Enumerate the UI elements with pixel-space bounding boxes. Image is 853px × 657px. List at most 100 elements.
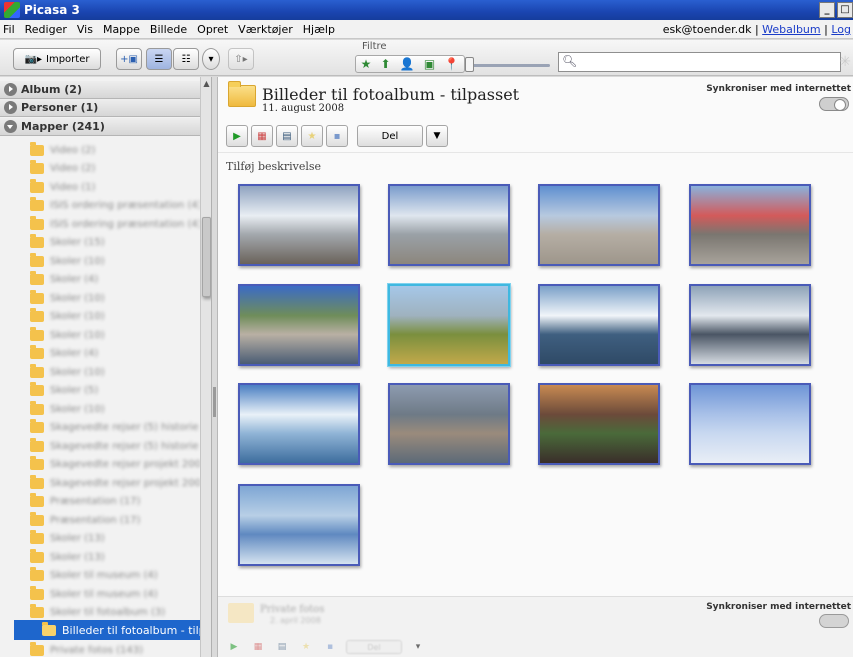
movie-filter-icon[interactable]: ▣ [424, 57, 435, 71]
folder-item[interactable]: Skoler (4) [0, 270, 200, 290]
folder-item[interactable]: Skoler (10) [0, 251, 200, 271]
folder-item[interactable]: Skoler (5) [0, 381, 200, 401]
save-icon: ▪ [333, 130, 341, 142]
photo-thumbnail-coastal-town-mountain[interactable] [388, 383, 510, 465]
folder-item[interactable]: Skagevedte rejser (5) historie [0, 436, 200, 456]
photo-thumbnail-arch-iceberg[interactable] [238, 383, 360, 465]
photo-thumbnail-airplane-wing-sky[interactable] [689, 383, 811, 465]
menu-vis[interactable]: Vis [72, 23, 98, 36]
folder-item[interactable]: Skagevedte rejser projekt 2008 [0, 455, 200, 475]
chevron-down-icon[interactable]: ▾ [410, 641, 426, 653]
save-icon[interactable]: ▪ [322, 641, 338, 653]
folder-item[interactable]: Video (1) [0, 177, 200, 197]
view-dropdown-button[interactable]: ▾ [202, 48, 220, 70]
photo-thumbnail-aerial-ice-sea[interactable] [238, 484, 360, 566]
folder-icon [30, 141, 44, 156]
folder-item[interactable]: Skoler (10) [0, 362, 200, 382]
save-button[interactable]: ▪ [326, 125, 348, 147]
sync-toggle[interactable] [819, 97, 849, 111]
folder-item[interactable]: Skoler (10) [0, 325, 200, 345]
folder-item[interactable]: Skagevedte rejser (5) historie [0, 418, 200, 438]
folder-label: Skoler (10) [50, 329, 105, 341]
folder-item[interactable]: Video (2) [0, 159, 200, 179]
section-personer[interactable]: Personer (1) [0, 99, 200, 117]
photo-thumbnail-tundra-vehicle[interactable] [538, 184, 660, 266]
scrollbar-thumb[interactable] [202, 217, 211, 297]
folder-item[interactable]: Skoler til museum (4) [0, 566, 200, 586]
search-input[interactable] [579, 55, 834, 69]
folder-item[interactable]: Skoler (13) [0, 547, 200, 567]
logout-link[interactable]: Log [831, 23, 851, 36]
add-to-album-button[interactable]: +▣ [116, 48, 142, 70]
folder-item[interactable]: Private fotos (143) [0, 640, 200, 657]
collapse-icon [4, 120, 17, 133]
folder-item[interactable]: Skoler (15) [0, 233, 200, 253]
menu-billede[interactable]: Billede [145, 23, 192, 36]
photo-thumbnail-meadow-fjord[interactable] [388, 284, 510, 366]
play-icon[interactable]: ▶ [226, 641, 242, 653]
person-filter-icon[interactable]: 👤 [400, 57, 415, 71]
star-icon[interactable]: ★ [298, 641, 314, 653]
share-button[interactable]: Del [357, 125, 423, 147]
folder-item[interactable]: Skoler til museum (4) [0, 584, 200, 604]
folder-label: Skoler (15) [50, 237, 105, 248]
share-disabled-button[interactable]: ⇧▸ [228, 48, 254, 70]
slideshow-button[interactable]: ▶ [226, 125, 248, 147]
menu-opret[interactable]: Opret [192, 23, 233, 36]
movie-button[interactable]: ▤ [276, 125, 298, 147]
upload-filter-icon[interactable]: ⬆ [381, 57, 391, 71]
section-album[interactable]: Album (2) [0, 81, 200, 99]
folder-selected[interactable]: Billeder til fotoalbum - tilpasset... [14, 620, 211, 640]
view-tree-button[interactable]: ☷ [173, 48, 199, 70]
photo-thumbnail-sunset-tents[interactable] [538, 383, 660, 465]
folder-item[interactable]: ISIS ordering præsentation (4) [0, 214, 200, 234]
star-filter-icon[interactable]: ★ [361, 57, 372, 71]
folder-item[interactable]: Skagevedte rejser projekt 2008 [0, 473, 200, 493]
folder-item[interactable]: Skoler (13) [0, 529, 200, 549]
star-button[interactable]: ★ [301, 125, 323, 147]
folder-item[interactable]: ISIS ordering præsentation (4) [0, 196, 200, 216]
minimize-button[interactable]: _ [819, 2, 835, 18]
photo-thumbnail-glacier-wall-gravel[interactable] [388, 184, 510, 266]
menu-mappe[interactable]: Mappe [98, 23, 145, 36]
menu-vaerktoejer[interactable]: Værktøjer [233, 23, 298, 36]
date-slider-track[interactable] [470, 64, 550, 67]
folder-item[interactable]: Skoler (4) [0, 344, 200, 364]
album-folder-icon [228, 81, 256, 107]
photo-thumbnail-glacier-front-rocks[interactable] [238, 184, 360, 266]
folder-item[interactable]: Skoler (10) [0, 399, 200, 419]
photo-thumbnail-iceberg-sea[interactable] [538, 284, 660, 366]
restore-button[interactable]: □ [837, 2, 853, 18]
add-description-link[interactable]: Tilføj beskrivelse [226, 160, 321, 173]
folder-item[interactable]: Skoler (10) [0, 288, 200, 308]
share-dropdown-button[interactable]: ▼ [426, 125, 448, 147]
scroll-up-icon[interactable]: ▲ [201, 79, 211, 91]
menu-rediger[interactable]: Rediger [20, 23, 72, 36]
folder-item[interactable]: Video (2) [0, 140, 200, 160]
sidebar-scrollbar[interactable]: ▲ [200, 77, 211, 657]
next-sync-toggle[interactable] [819, 614, 849, 628]
photo-thumbnail-red-plane-airfield[interactable] [689, 184, 811, 266]
menu-fil[interactable]: Fil [0, 23, 20, 36]
splitter-grip[interactable] [213, 387, 216, 417]
movie-icon[interactable]: ▤ [274, 641, 290, 653]
folder-item[interactable]: Præsentation (17) [0, 510, 200, 530]
view-list-button[interactable]: ☰ [146, 48, 172, 70]
folder-icon [30, 326, 44, 341]
webalbum-link[interactable]: Webalbum [762, 23, 820, 36]
photo-thumbnail-iceberg-silver-water[interactable] [689, 284, 811, 366]
collage-button[interactable]: ▦ [251, 125, 273, 147]
folder-label: Skoler (13) [50, 551, 105, 563]
collage-icon[interactable]: ▦ [250, 641, 266, 653]
folder-icon [30, 437, 44, 452]
menu-hjaelp[interactable]: Hjælp [298, 23, 340, 36]
photo-thumbnail-town-on-rocks[interactable] [238, 284, 360, 366]
geotag-filter-icon[interactable]: 📍 [444, 57, 459, 71]
folder-label: Skagevedte rejser projekt 2008 [50, 477, 200, 489]
folder-item[interactable]: Præsentation (17) [0, 492, 200, 512]
section-mapper[interactable]: Mapper (241) [0, 118, 200, 136]
next-share-button[interactable]: Del [346, 640, 402, 654]
folder-item[interactable]: Skoler (10) [0, 307, 200, 327]
date-slider-handle[interactable] [465, 57, 474, 72]
import-button[interactable]: 📷▸ Importer [13, 48, 101, 70]
